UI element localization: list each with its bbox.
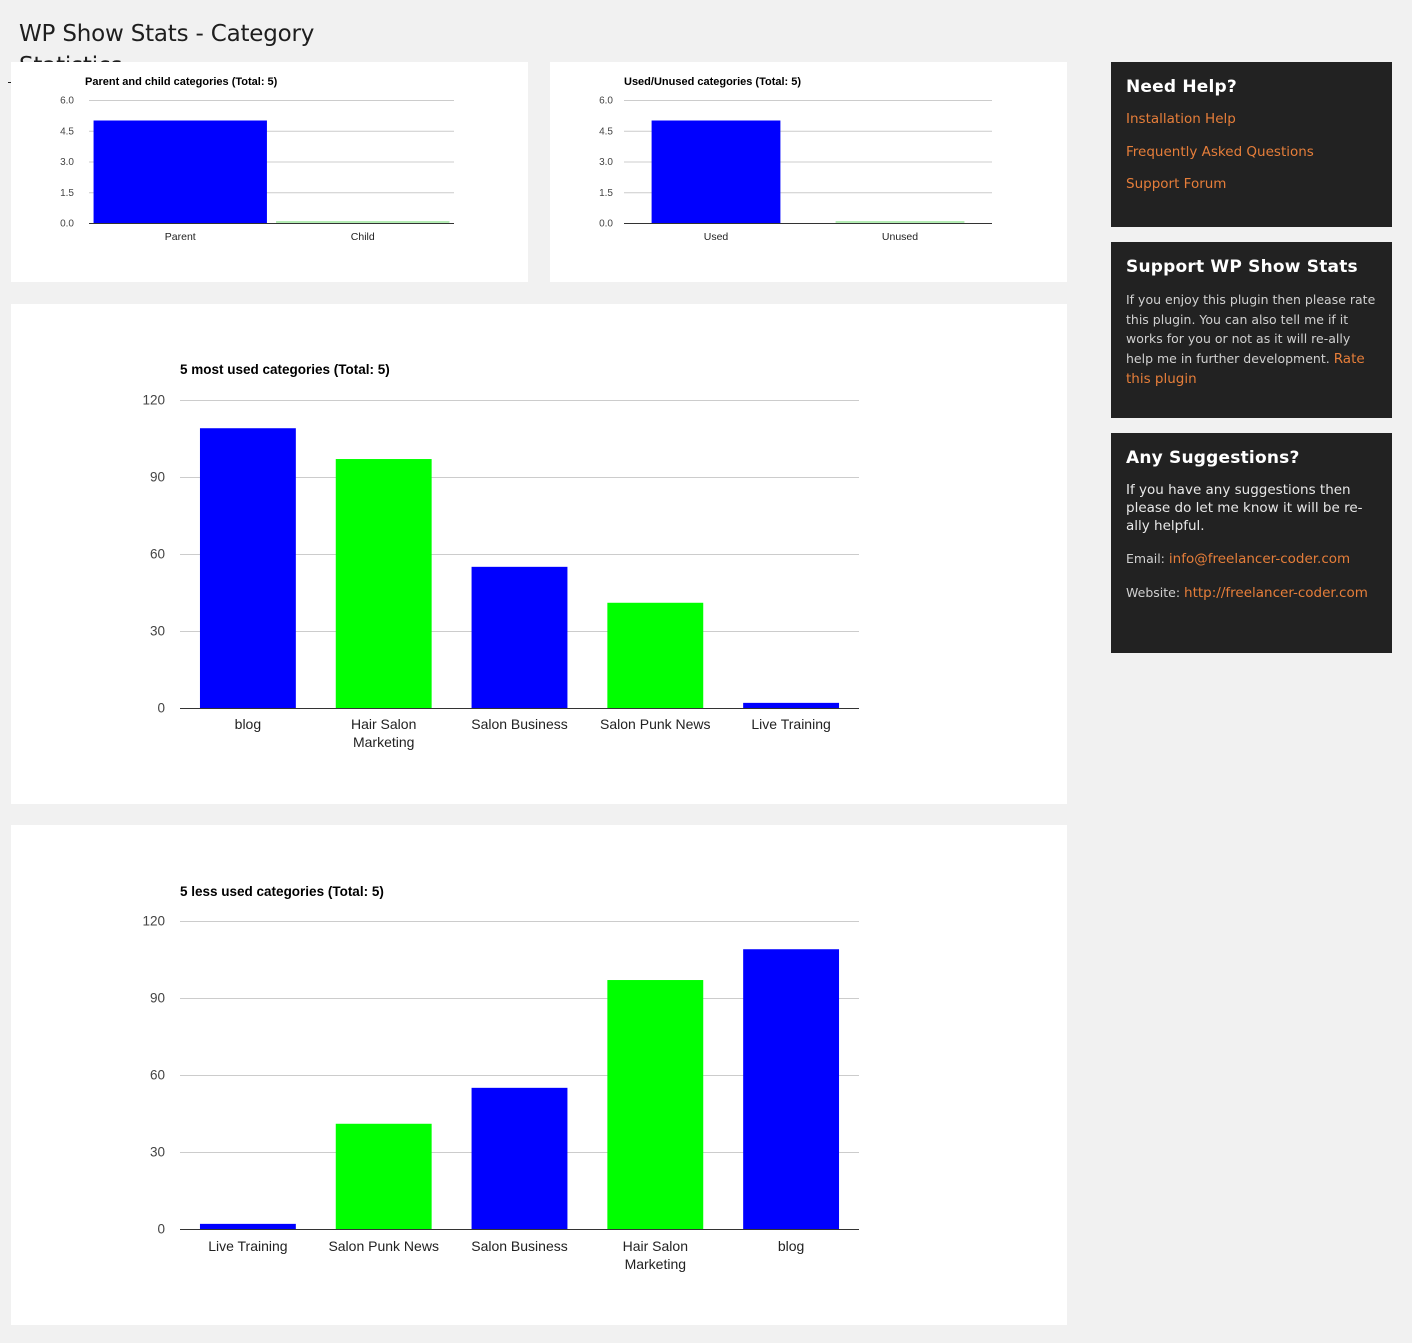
bar[interactable] [835,221,965,223]
y-tick-label: 3.0 [599,157,613,168]
x-category-label: blog [235,716,261,732]
y-tick-label: 0.0 [599,219,613,230]
used-unused-chart-panel: Used/Unused categories (Total: 5) 0.0 1.5 3… [550,62,1067,282]
x-category-label: Parent [165,231,196,243]
x-category-label: Used [704,231,729,243]
y-tick-label: 30 [150,1145,165,1160]
x-category-label: Child [351,231,375,243]
x-category-label: Salon Punk News [600,716,711,732]
y-tick-label: 60 [150,1068,165,1083]
y-tick-label: 60 [150,547,165,562]
bar[interactable] [335,1123,432,1229]
website-label: Website: [1126,585,1181,600]
x-category-label: Salon Business [471,1238,568,1254]
parent-child-chart-panel: Parent and child categories (Total: 5) 0.… [11,62,528,282]
x-category-label: Live Training [751,716,830,732]
faq-link[interactable]: Frequently Asked Questions [1126,143,1377,161]
x-category-label: blog [778,1238,804,1254]
y-tick-label: 4.5 [60,126,74,137]
x-category-label: Live Training [208,1238,287,1254]
chart-title: Used/Unused categories (Total: 5) [624,76,801,88]
bar[interactable] [743,949,840,1229]
bar[interactable] [743,702,840,708]
x-category-label: Unused [882,231,918,243]
y-tick-label: 4.5 [599,126,613,137]
support-text: If you enjoy this plugin then please rat… [1126,290,1377,390]
chart-title: 5 less used categories (Total: 5) [180,884,384,899]
y-tick-label: 6.0 [599,96,613,107]
need-help-box: Need Help? Installation Help Frequently … [1111,62,1392,227]
email-label: Email: [1126,551,1165,566]
y-tick-label: 90 [150,991,165,1006]
bar[interactable] [93,120,267,224]
bar[interactable] [607,980,704,1229]
installation-help-link[interactable]: Installation Help [1126,110,1377,128]
support-title: Support WP Show Stats [1126,257,1358,277]
bar[interactable] [471,566,568,708]
most-used-chart: 5 most used categories (Total: 5) 0 30 60 90… [142,362,859,750]
y-tick-label: 1.5 [599,188,613,199]
most-used-chart-panel: 5 most used categories (Total: 5) 0 30 60 90… [11,304,1067,804]
bar[interactable] [607,602,704,708]
y-tick-label: 90 [150,470,165,485]
y-tick-label: 3.0 [60,157,74,168]
x-category-label: Salon Punk News [328,1238,439,1254]
website-link[interactable]: http://freelancer-coder.com [1184,585,1368,601]
y-tick-label: 0 [157,701,165,716]
x-category-label: Salon Business [471,716,568,732]
bar[interactable] [199,1223,296,1229]
website-line: Website: http://freelancer-coder.com [1126,583,1377,603]
bar[interactable] [651,120,781,224]
x-category-label: Marketing [625,1256,686,1272]
y-tick-label: 0 [157,1222,165,1237]
parent-child-chart: Parent and child categories (Total: 5) 0.… [60,76,454,243]
bar[interactable] [199,428,296,708]
y-tick-label: 6.0 [60,96,74,107]
suggestions-box: Any Suggestions? If you have any suggest… [1111,433,1392,653]
y-tick-label: 1.5 [60,188,74,199]
email-link[interactable]: info@freelancer-coder.com [1169,551,1350,567]
support-box: Support WP Show Stats If you enjoy this … [1111,242,1392,418]
y-tick-label: 120 [142,914,165,929]
x-category-label: Hair Salon [623,1238,688,1254]
used-unused-chart: Used/Unused categories (Total: 5) 0.0 1.5 3… [599,76,992,243]
suggestions-title: Any Suggestions? [1126,448,1300,468]
email-line: Email: info@freelancer-coder.com [1126,549,1377,569]
support-forum-link[interactable]: Support Forum [1126,175,1377,193]
chart-title: Parent and child categories (Total: 5) [85,76,278,88]
x-category-label: Hair Salon [351,716,416,732]
y-tick-label: 30 [150,624,165,639]
chart-title: 5 most used categories (Total: 5) [180,362,390,377]
y-tick-label: 0.0 [60,219,74,230]
bar[interactable] [335,459,432,708]
x-category-label: Marketing [353,734,414,750]
less-used-chart-panel: 5 less used categories (Total: 5) 0 30 60 90… [11,825,1067,1325]
bar[interactable] [276,221,450,223]
bar[interactable] [471,1087,568,1229]
need-help-title: Need Help? [1126,77,1237,97]
suggestions-text: If you have any suggestions then please … [1126,482,1363,534]
less-used-chart: 5 less used categories (Total: 5) 0 30 60 90… [142,884,859,1272]
y-tick-label: 120 [142,393,165,408]
